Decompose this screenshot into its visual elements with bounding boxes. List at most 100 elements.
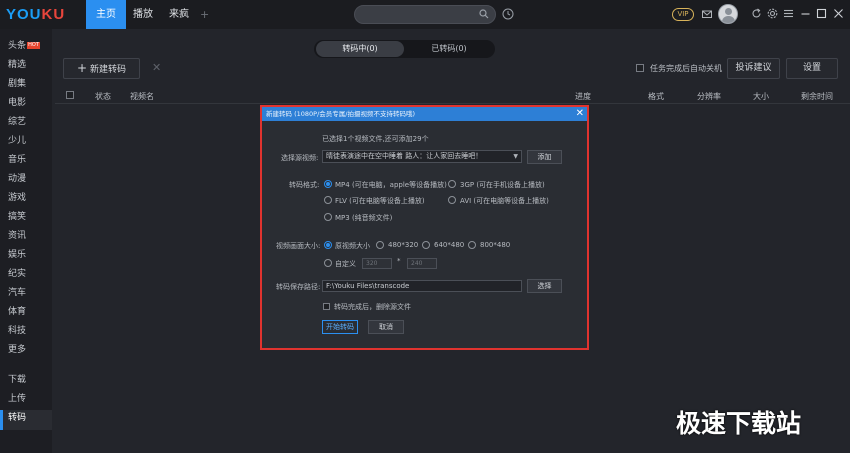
menu-icon[interactable]: [783, 8, 794, 19]
format-label: 转码格式:: [289, 181, 320, 189]
sidebar: 头条 HOT 精选 剧集 电影 综艺 少儿 音乐 动漫 游戏 搞笑 资讯 娱乐 纪实 汽车 体育 科技 更多 下载上…: [0, 29, 52, 453]
sidebar-item[interactable]: 转码: [8, 411, 26, 425]
size-480x320-radio[interactable]: [376, 241, 384, 249]
format-avi-radio[interactable]: [448, 196, 456, 204]
format-mp3-label: MP3 (纯音频文件): [335, 214, 393, 222]
sidebar-item[interactable]: 资讯: [8, 229, 26, 243]
sidebar-item[interactable]: 剧集: [8, 77, 26, 91]
youku-logo[interactable]: YOUKU: [6, 6, 78, 24]
sidebar-item[interactable]: 少儿: [8, 134, 26, 148]
sidebar-item[interactable]: 科技: [8, 324, 26, 338]
feedback-button[interactable]: 投诉建议: [727, 58, 780, 79]
format-avi-label: AVI (可在电脑等设备上播放): [460, 197, 549, 205]
format-mp4-label: MP4 (可在电脑，apple等设备播放): [335, 181, 447, 189]
save-path-input[interactable]: F:\Youku Files\transcode: [322, 280, 522, 292]
size-800x480-radio[interactable]: [468, 241, 476, 249]
settings-gear-icon[interactable]: [767, 8, 778, 19]
history-clock-icon[interactable]: [502, 8, 514, 20]
sidebar-item[interactable]: 动漫: [8, 172, 26, 186]
settings-button[interactable]: 设置: [786, 58, 838, 79]
custom-width-stepper[interactable]: 320: [362, 258, 392, 269]
size-640x480-label: 640*480: [434, 241, 465, 249]
delete-source-checkbox[interactable]: [323, 303, 330, 310]
tab-laifeng[interactable]: 来疯: [163, 0, 195, 29]
add-tab-button[interactable]: +: [200, 8, 209, 21]
dialog-title-text: 新建转码 (1080P/会员专属/拍摄视频不支持转码哦): [266, 110, 415, 118]
add-video-button[interactable]: 添加: [527, 150, 562, 164]
start-transcode-button[interactable]: 开始转码: [322, 320, 358, 334]
sidebar-item[interactable]: 音乐: [8, 153, 26, 167]
sidebar-item[interactable]: 精选: [8, 58, 26, 72]
mail-icon[interactable]: [702, 9, 712, 19]
size-800x480-label: 800*480: [480, 241, 511, 249]
auto-shutdown-label: 任务完成后自动关机: [650, 64, 722, 73]
custom-times-sign: *: [397, 257, 401, 265]
size-640x480-radio[interactable]: [422, 241, 430, 249]
sidebar-item[interactable]: 电影: [8, 96, 26, 110]
sidebar-item[interactable]: 上传: [8, 392, 26, 406]
chevron-down-icon: ▼: [513, 153, 518, 160]
col-size: 大小: [753, 92, 769, 101]
new-task-label: 新建转码: [90, 65, 127, 75]
sidebar-item[interactable]: 纪实: [8, 267, 26, 281]
select-all-checkbox[interactable]: [66, 91, 74, 99]
new-task-button[interactable]: + 新建转码: [63, 58, 140, 79]
sidebar-item[interactable]: 汽车: [8, 286, 26, 300]
video-size-label: 视频画面大小:: [276, 242, 321, 250]
source-video-select[interactable]: 晴徒表演途中在空中睡着 路人：让人家回去睡吧！ ▼: [322, 150, 522, 163]
size-480x320-label: 480*320: [388, 241, 419, 249]
tab-converted[interactable]: 已转码(0): [405, 41, 493, 57]
format-3gp-radio[interactable]: [448, 180, 456, 188]
minimize-icon[interactable]: [800, 8, 811, 19]
source-video-label: 选择源视频:: [281, 154, 319, 162]
size-original-label: 原视频大小: [335, 242, 370, 250]
size-original-radio[interactable]: [324, 241, 332, 249]
search-icon[interactable]: [479, 9, 489, 19]
size-custom-label: 自定义: [335, 260, 356, 268]
title-bar: YOUKU 主页 播放 来疯 + VIP: [0, 0, 850, 29]
logo-part2: KU: [41, 6, 66, 23]
tab-converting[interactable]: 转码中(0): [316, 41, 404, 57]
auto-shutdown-checkbox[interactable]: [636, 64, 644, 72]
refresh-icon[interactable]: [751, 8, 762, 19]
status-segmented-control: 转码中(0) 已转码(0): [314, 40, 495, 58]
vip-badge[interactable]: VIP: [672, 8, 694, 21]
tab-play[interactable]: 播放: [127, 0, 159, 29]
sidebar-item[interactable]: 娱乐: [8, 248, 26, 262]
col-remaining-time: 剩余时间: [801, 92, 833, 101]
format-mp3-radio[interactable]: [324, 213, 332, 221]
col-format: 格式: [648, 92, 664, 101]
sidebar-item[interactable]: 游戏: [8, 191, 26, 205]
logo-part1: YOU: [6, 6, 42, 23]
search-input[interactable]: [354, 5, 496, 24]
delete-task-icon[interactable]: ✕: [152, 61, 161, 74]
custom-height-stepper[interactable]: 240: [407, 258, 437, 269]
save-path-label: 转码保存路径:: [276, 283, 321, 291]
col-video-name: 视频名: [130, 92, 154, 101]
sidebar-active-indicator: [0, 410, 3, 430]
header-divider: [55, 103, 850, 104]
col-status: 状态: [95, 92, 111, 101]
size-custom-radio[interactable]: [324, 259, 332, 267]
cancel-button[interactable]: 取消: [368, 320, 404, 334]
plus-icon: +: [76, 61, 88, 75]
avatar[interactable]: [718, 4, 738, 24]
source-video-value: 晴徒表演途中在空中睡着 路人：让人家回去睡吧！: [326, 152, 483, 160]
sidebar-item[interactable]: 更多: [8, 343, 26, 357]
sidebar-item[interactable]: 综艺: [8, 115, 26, 129]
hot-badge: HOT: [27, 42, 40, 49]
col-resolution: 分辨率: [697, 92, 721, 101]
maximize-icon[interactable]: [816, 8, 827, 19]
tab-home[interactable]: 主页: [86, 0, 126, 29]
col-progress: 进度: [575, 92, 591, 101]
sidebar-item[interactable]: 搞笑: [8, 210, 26, 224]
sidebar-item[interactable]: 体育: [8, 305, 26, 319]
format-mp4-radio[interactable]: [324, 180, 332, 188]
watermark: 极速下载站: [676, 409, 802, 438]
format-flv-radio[interactable]: [324, 196, 332, 204]
format-flv-label: FLV (可在电脑等设备上播放): [335, 197, 425, 205]
sidebar-item[interactable]: 下载: [8, 373, 26, 387]
close-icon[interactable]: [833, 8, 844, 19]
browse-path-button[interactable]: 选择: [527, 279, 562, 293]
dialog-close-icon[interactable]: ✕: [576, 107, 584, 121]
